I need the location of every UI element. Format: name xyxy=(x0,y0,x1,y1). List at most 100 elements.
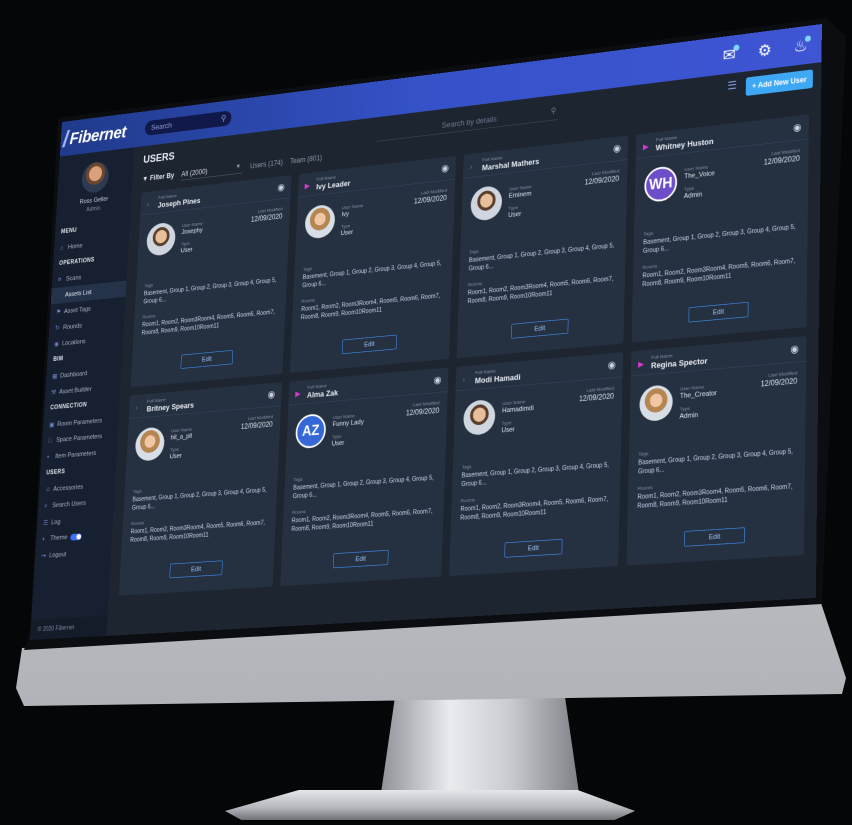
sidebar-item-label: Space Parameters xyxy=(56,432,103,444)
top-search-input[interactable]: Search ⚲ xyxy=(144,110,232,136)
filter-label-text: Filter By xyxy=(149,171,175,183)
eye-icon[interactable]: ◉ xyxy=(267,388,275,401)
user-full-name: Alma Zak xyxy=(306,387,339,400)
monitor-screen: Fibernet Search ⚲ ✉ ⚙ ♨ Ross Geller Admi… xyxy=(29,23,822,640)
edit-button[interactable]: Edit xyxy=(180,349,234,369)
avatar[interactable] xyxy=(81,160,110,195)
team-count[interactable]: Team (801) xyxy=(290,153,322,165)
rooms-value: Room1, Room2, Room3Room4, Room5, Room6, … xyxy=(141,308,275,337)
sidebar-item-label: Asset Builder xyxy=(58,385,92,396)
tags-label: Tags xyxy=(302,265,313,273)
user-card: ▶ Full Name Ivy Leader ◉ User Name Ivy Type Use… xyxy=(289,155,456,374)
page-title: USERS xyxy=(143,150,175,166)
tags-label: Tags xyxy=(293,476,303,483)
edit-button[interactable]: Edit xyxy=(511,318,569,339)
theme-toggle[interactable] xyxy=(70,533,82,541)
type-value: User xyxy=(180,246,193,255)
eye-icon[interactable]: ◉ xyxy=(433,374,442,387)
user-card: ▶ Full Name Alma Zak ◉ AZ User Name Funny Lady… xyxy=(280,367,449,587)
last-modified-value: 12/09/2020 xyxy=(250,211,283,224)
eye-icon[interactable]: ◉ xyxy=(793,121,802,134)
username-value: Ivy xyxy=(341,210,350,219)
username-value: Funny Lady xyxy=(332,418,364,429)
type-value: Admin xyxy=(679,411,699,421)
sidebar-footer: © 2020 Fibernet xyxy=(29,615,108,640)
type-value: User xyxy=(508,210,522,219)
user-card: › Full Name Modi Hamadi ◉ User Name Hamadimdi… xyxy=(449,352,624,577)
edit-button[interactable]: Edit xyxy=(341,334,397,355)
sidebar-item-label: Locations xyxy=(61,337,86,348)
eye-icon[interactable]: ◉ xyxy=(790,342,799,356)
eye-icon[interactable]: ◉ xyxy=(608,358,616,371)
avatar[interactable] xyxy=(462,398,496,437)
chevron-right-icon[interactable]: › xyxy=(147,200,150,209)
type-value: User xyxy=(501,425,515,435)
main-content: USERS Search by details ⚲ ☰ ▦ + Add New … xyxy=(106,62,821,636)
chat-icon[interactable]: ✉ xyxy=(719,43,740,66)
eye-icon[interactable]: ◉ xyxy=(613,142,621,155)
rooms-value: Room1, Room2, Room3Room4, Room5, Room6, … xyxy=(637,483,793,510)
tags-value: Basement, Group 1, Group 2, Group 3, Gro… xyxy=(292,474,434,501)
last-modified-value: 12/09/2020 xyxy=(240,419,273,431)
scene: Fibernet Search ⚲ ✉ ⚙ ♨ Ross Geller Admi… xyxy=(0,0,852,825)
users-count[interactable]: Users (174) xyxy=(250,158,283,170)
edit-button[interactable]: Edit xyxy=(688,301,749,323)
avatar[interactable] xyxy=(134,426,166,462)
top-search-placeholder: Search xyxy=(150,120,173,132)
username-value: The_Creator xyxy=(679,389,717,401)
brand-logo[interactable]: Fibernet xyxy=(69,123,127,149)
avatar[interactable] xyxy=(304,203,336,240)
chevron-right-icon[interactable]: › xyxy=(470,162,473,171)
list-view-icon[interactable]: ☰ xyxy=(727,79,737,93)
tags-value: Basement, Group 1, Group 2, Group 3, Gro… xyxy=(302,260,442,290)
rooms-value: Room1, Room2, Room3Room4, Room5, Room6, … xyxy=(300,292,441,322)
sidebar-item-label: Home xyxy=(67,242,83,251)
details-search-placeholder: Search by details xyxy=(441,114,497,130)
user-card-header: ▶ Full Name Alma Zak ◉ xyxy=(288,367,449,406)
last-modified-value: 12/09/2020 xyxy=(405,406,440,418)
chevron-right-icon[interactable]: ▶ xyxy=(638,359,644,370)
chevron-right-icon[interactable]: › xyxy=(462,375,465,384)
rooms-label: Rooms xyxy=(130,520,145,527)
avatar[interactable]: AZ xyxy=(294,412,327,450)
sidebar-item-label: Log xyxy=(51,518,61,527)
username-value: hit_a_pll xyxy=(170,432,193,442)
avatar[interactable] xyxy=(145,221,177,257)
rooms-label: Rooms xyxy=(460,496,476,504)
last-modified-value: 12/09/2020 xyxy=(584,174,620,187)
edit-button[interactable]: Edit xyxy=(684,527,746,547)
user-card-header: ▶ Full Name Regina Spector ◉ xyxy=(630,335,807,377)
eye-icon[interactable]: ◉ xyxy=(441,162,449,175)
sidebar-item-label: Accessories xyxy=(53,483,84,493)
rooms-value: Room1, Room2, Room3Room4, Room5, Room6, … xyxy=(642,257,796,289)
sidebar-item-label: Search Users xyxy=(52,499,87,510)
rooms-value: Room1, Room2, Room3Room4, Room5, Room6, … xyxy=(291,508,433,533)
last-modified-value: 12/09/2020 xyxy=(760,376,798,389)
tags-value: Basement, Group 1, Group 2, Group 3, Gro… xyxy=(642,223,796,255)
last-modified-value: 12/09/2020 xyxy=(763,153,800,167)
edit-button[interactable]: Edit xyxy=(504,538,563,558)
edit-button[interactable]: Edit xyxy=(169,560,223,579)
avatar[interactable] xyxy=(639,384,674,423)
chevron-right-icon[interactable]: ▶ xyxy=(643,142,649,152)
tags-label: Tags xyxy=(461,463,472,471)
gear-icon[interactable]: ⚙ xyxy=(755,39,776,62)
user-card-header: › Full Name Modi Hamadi ◉ xyxy=(455,352,624,392)
tags-value: Basement, Group 1, Group 2, Group 3, Gro… xyxy=(131,486,267,512)
avatar[interactable] xyxy=(470,184,503,222)
avatar[interactable]: WH xyxy=(644,165,678,204)
sidebar-item-label: Dashboard xyxy=(59,369,88,380)
type-value: Admin xyxy=(683,190,703,201)
add-new-user-button[interactable]: + Add New User xyxy=(745,69,814,96)
search-icon: ⚲ xyxy=(550,105,557,116)
bell-icon[interactable]: ♨ xyxy=(790,34,811,57)
tags-value: Basement, Group 1, Group 2, Group 3, Gro… xyxy=(461,461,610,489)
chevron-right-icon[interactable]: ▶ xyxy=(295,389,301,399)
chevron-right-icon[interactable]: ▶ xyxy=(304,181,310,191)
filter-select[interactable]: All (2000) ▼ xyxy=(180,160,244,181)
eye-icon[interactable]: ◉ xyxy=(277,181,285,193)
edit-button[interactable]: Edit xyxy=(332,549,389,569)
chevron-right-icon[interactable]: › xyxy=(135,403,138,412)
sidebar-item-label: Logout xyxy=(48,550,67,560)
rooms-value: Room1, Room2, Room3Room4, Room5, Room6, … xyxy=(129,519,266,544)
